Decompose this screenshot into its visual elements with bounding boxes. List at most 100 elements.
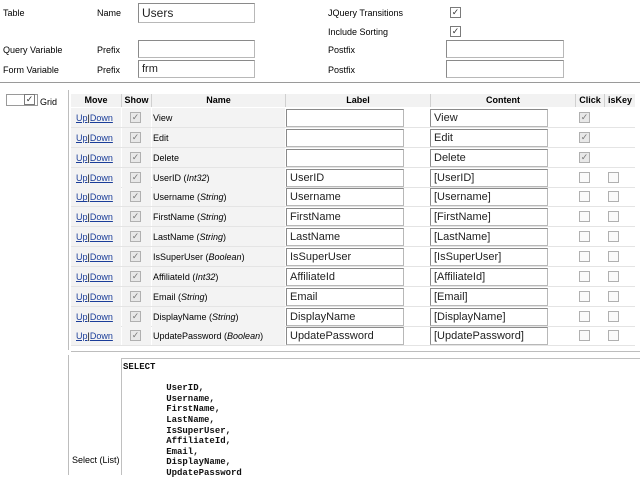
iskey-checkbox[interactable] (608, 231, 619, 243)
move-up-link[interactable]: Up (76, 192, 88, 202)
move-down-link[interactable]: Down (90, 232, 113, 242)
move-up-link[interactable]: Up (76, 252, 88, 262)
content-input[interactable]: [FirstName] (430, 208, 548, 227)
select-list-sql[interactable]: SELECT UserID, Username, FirstName, Last… (123, 362, 242, 479)
move-down-link[interactable]: Down (90, 133, 113, 143)
show-checkbox[interactable] (130, 171, 141, 183)
content-input[interactable]: [IsSuperUser] (430, 247, 548, 266)
move-up-link[interactable]: Up (76, 212, 88, 222)
show-checkbox[interactable] (130, 112, 141, 123)
move-up-link[interactable]: Up (76, 173, 88, 183)
click-checkbox[interactable] (579, 112, 590, 123)
content-input[interactable]: View (430, 109, 548, 127)
iskey-checkbox[interactable] (608, 330, 619, 342)
label-input[interactable]: Email (286, 287, 404, 306)
move-controls: Up|Down (76, 252, 113, 262)
label-input[interactable] (286, 109, 404, 127)
click-checkbox[interactable] (579, 171, 590, 183)
click-checkbox[interactable] (579, 270, 590, 282)
iskey-checkbox[interactable] (608, 191, 619, 203)
field-type: Boolean (208, 251, 242, 262)
show-checkbox[interactable] (130, 131, 141, 143)
move-controls: Up|Down (76, 292, 113, 302)
click-checkbox[interactable] (579, 290, 590, 302)
label-input[interactable]: UpdatePassword (286, 327, 404, 346)
show-checkbox[interactable] (130, 290, 141, 302)
move-up-link[interactable]: Up (76, 113, 88, 123)
label-input[interactable]: AffiliateId (286, 267, 404, 286)
click-checkbox[interactable] (579, 191, 590, 203)
click-checkbox[interactable] (579, 211, 590, 223)
content-input[interactable]: [UpdatePassword] (430, 327, 548, 346)
content-input[interactable]: Delete (430, 148, 548, 167)
click-checkbox[interactable] (579, 330, 590, 342)
move-down-link[interactable]: Down (90, 331, 113, 341)
move-up-link[interactable]: Up (76, 133, 88, 143)
click-checkbox[interactable] (579, 310, 590, 322)
iskey-checkbox[interactable] (608, 171, 619, 183)
click-checkbox[interactable] (579, 151, 590, 163)
label-input[interactable]: UserID (286, 168, 404, 187)
label-input[interactable] (286, 148, 404, 167)
label-input[interactable]: DisplayName (286, 307, 404, 326)
label-input[interactable]: FirstName (286, 208, 404, 227)
show-checkbox[interactable] (130, 231, 141, 243)
content-input[interactable]: [UserID] (430, 168, 548, 187)
content-input[interactable]: [AffiliateId] (430, 267, 548, 286)
show-checkbox[interactable] (130, 250, 141, 262)
field-name-text: FirstName (153, 212, 195, 223)
grid-toggle-checkbox[interactable] (24, 94, 35, 105)
move-down-link[interactable]: Down (90, 212, 113, 222)
click-checkbox[interactable] (579, 231, 590, 243)
show-checkbox[interactable] (130, 151, 141, 163)
move-down-link[interactable]: Down (90, 192, 113, 202)
move-up-link[interactable]: Up (76, 312, 88, 322)
form-postfix-input[interactable] (446, 60, 564, 78)
content-input[interactable]: Edit (430, 128, 548, 147)
grid-row: Up|Down View View (71, 108, 635, 128)
name-label: Name (97, 8, 122, 18)
click-checkbox[interactable] (579, 250, 590, 262)
form-prefix-input[interactable]: frm (138, 60, 255, 78)
name-input[interactable]: Users (138, 3, 255, 23)
label-input[interactable]: Username (286, 188, 404, 207)
iskey-checkbox[interactable] (608, 250, 619, 262)
content-input[interactable]: [LastName] (430, 228, 548, 247)
iskey-checkbox[interactable] (608, 290, 619, 302)
move-down-link[interactable]: Down (90, 292, 113, 302)
move-down-link[interactable]: Down (90, 252, 113, 262)
query-postfix-input[interactable] (446, 40, 564, 58)
iskey-checkbox[interactable] (608, 310, 619, 322)
move-down-link[interactable]: Down (90, 272, 113, 282)
move-down-link[interactable]: Down (90, 113, 113, 123)
content-input[interactable]: [Email] (430, 287, 548, 306)
move-up-link[interactable]: Up (76, 292, 88, 302)
show-checkbox[interactable] (130, 330, 141, 342)
move-up-link[interactable]: Up (76, 232, 88, 242)
label-input[interactable] (286, 128, 404, 147)
show-checkbox[interactable] (130, 211, 141, 223)
move-up-link[interactable]: Up (76, 272, 88, 282)
move-up-link[interactable]: Up (76, 331, 88, 341)
field-name: Username (String) (153, 192, 227, 203)
content-input[interactable]: [Username] (430, 188, 548, 207)
jquery-transitions-checkbox[interactable] (450, 7, 461, 18)
include-sorting-checkbox[interactable] (450, 26, 461, 37)
move-down-link[interactable]: Down (90, 173, 113, 183)
click-checkbox[interactable] (579, 131, 590, 143)
field-name: Edit (153, 133, 169, 143)
label-input[interactable]: LastName (286, 228, 404, 247)
iskey-checkbox[interactable] (608, 270, 619, 282)
move-up-link[interactable]: Up (76, 153, 88, 163)
show-checkbox[interactable] (130, 310, 141, 322)
move-down-link[interactable]: Down (90, 153, 113, 163)
grid-toggle-box[interactable] (6, 94, 38, 106)
show-checkbox[interactable] (130, 191, 141, 203)
query-prefix-input[interactable] (138, 40, 255, 58)
label-input[interactable]: IsSuperUser (286, 247, 404, 266)
content-input[interactable]: [DisplayName] (430, 307, 548, 326)
show-checkbox[interactable] (130, 270, 141, 282)
grid-row: Up|Down Edit Edit (71, 127, 635, 148)
iskey-checkbox[interactable] (608, 211, 619, 223)
move-down-link[interactable]: Down (90, 312, 113, 322)
